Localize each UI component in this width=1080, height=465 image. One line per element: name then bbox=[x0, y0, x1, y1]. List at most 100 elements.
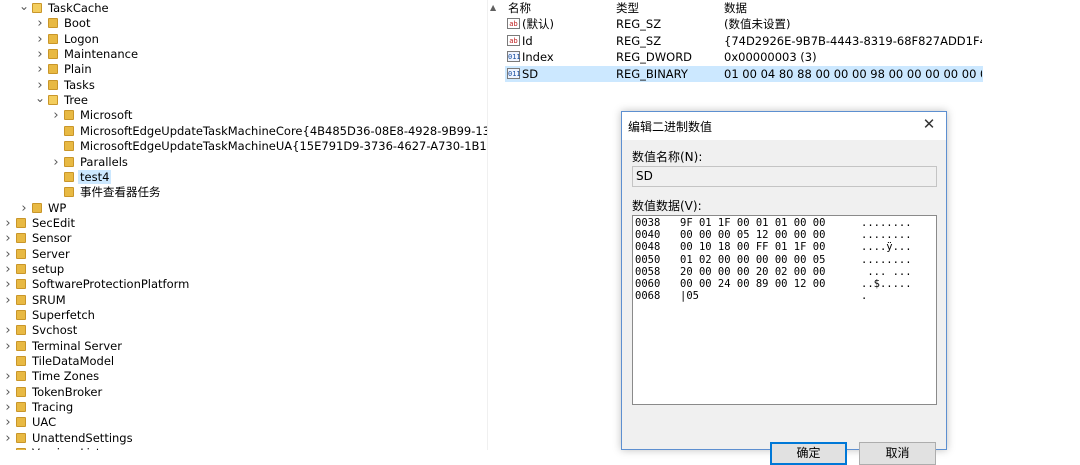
column-header-name[interactable]: 名称 bbox=[508, 1, 531, 15]
folder-icon bbox=[16, 263, 26, 274]
expand-chevron-icon[interactable]: › bbox=[34, 32, 46, 47]
expand-chevron-icon[interactable]: › bbox=[2, 231, 14, 246]
tree-item-label: Boot bbox=[64, 16, 91, 31]
tree-item[interactable]: › UAC bbox=[2, 415, 58, 430]
hex-line: 0048 00 10 18 00 FF 01 1F 00 ....ÿ... bbox=[635, 241, 933, 253]
tree-item[interactable]: › Parallels bbox=[50, 155, 130, 170]
tree-item[interactable]: › SecEdit bbox=[2, 216, 77, 231]
value-name-cell: 011Index bbox=[505, 49, 613, 65]
tree-item[interactable]: ⌄ TaskCache bbox=[18, 0, 111, 16]
tree-item[interactable]: ⌄ Tree bbox=[34, 92, 90, 108]
tree-item[interactable]: › VersionsList bbox=[2, 446, 102, 450]
folder-icon bbox=[16, 340, 26, 351]
hex-address: 0040 bbox=[635, 229, 661, 242]
expand-chevron-icon[interactable]: › bbox=[2, 369, 14, 384]
expand-chevron-icon[interactable]: › bbox=[2, 277, 14, 292]
hex-ascii: . bbox=[861, 290, 868, 303]
cancel-button[interactable]: 取消 bbox=[859, 442, 936, 465]
tree-item[interactable]: › Svchost bbox=[2, 323, 79, 338]
tree-item-label: WP bbox=[48, 200, 67, 215]
tree-item-label: TaskCache bbox=[48, 1, 109, 15]
tree-scrollbar[interactable]: ▲ bbox=[488, 0, 500, 450]
expand-chevron-icon[interactable]: › bbox=[2, 262, 14, 277]
expand-chevron-icon[interactable]: › bbox=[2, 446, 14, 450]
tree-item[interactable]: › Terminal Server bbox=[2, 339, 124, 354]
tree-item[interactable]: › Tracing bbox=[2, 400, 75, 415]
scroll-up-arrow-icon[interactable]: ▲ bbox=[490, 3, 496, 12]
tree-item[interactable]: › Boot bbox=[34, 16, 92, 31]
hex-ascii: ........ bbox=[861, 217, 912, 229]
tree-item[interactable]: › TokenBroker bbox=[2, 385, 104, 400]
tree-item[interactable]: test4 bbox=[50, 169, 112, 185]
expand-chevron-icon[interactable]: › bbox=[34, 47, 46, 62]
expand-chevron-icon[interactable]: › bbox=[2, 385, 14, 400]
column-header-type[interactable]: 类型 bbox=[616, 1, 639, 15]
close-icon[interactable]: ✕ bbox=[918, 114, 940, 134]
value-name-field: SD bbox=[632, 166, 937, 187]
registry-tree[interactable]: ⌄ TaskCache › Boot › Logon › Maintenance › Plain ›… bbox=[0, 0, 487, 450]
tree-item[interactable]: › UnattendSettings bbox=[2, 431, 135, 446]
tree-item[interactable]: 事件查看器任务 bbox=[50, 185, 163, 200]
value-row[interactable]: 011SD REG_BINARY 01 00 04 80 88 00 00 00 9… bbox=[505, 66, 983, 83]
expand-chevron-icon[interactable]: › bbox=[2, 247, 14, 262]
hex-editor[interactable]: 0038 9F 01 1F 00 01 01 00 00........ 0040 0… bbox=[632, 215, 937, 405]
tree-item-label: Superfetch bbox=[32, 308, 95, 322]
tree-item-label: SRUM bbox=[32, 292, 66, 307]
value-row[interactable]: ab Id REG_SZ {74D2926E-9B7B-4443-8319-68F82… bbox=[505, 33, 983, 49]
tree-item[interactable]: › setup bbox=[2, 262, 66, 277]
tree-item[interactable]: › Microsoft bbox=[50, 108, 134, 123]
expand-chevron-icon[interactable]: › bbox=[2, 216, 14, 231]
dialog-body: 数值名称(N): SD 数值数据(V): 0038 9F 01 1F 00 01 … bbox=[622, 140, 946, 465]
value-row[interactable]: 011Index REG_DWORD 0x00000003 (3) bbox=[505, 49, 983, 65]
expand-chevron-icon[interactable]: › bbox=[2, 431, 14, 446]
expand-chevron-icon[interactable]: › bbox=[2, 323, 14, 338]
expand-chevron-icon[interactable]: › bbox=[2, 415, 14, 430]
tree-item[interactable]: MicrosoftEdgeUpdateTaskMachineUA{15E791D… bbox=[50, 139, 487, 154]
tree-item[interactable]: TileDataModel bbox=[2, 354, 116, 369]
expand-chevron-icon[interactable]: › bbox=[34, 62, 46, 77]
value-row[interactable]: ab (默认) REG_SZ (数值未设置) bbox=[505, 16, 983, 32]
hex-line: 0038 9F 01 1F 00 01 01 00 00........ bbox=[635, 217, 933, 229]
tree-item-label: TokenBroker bbox=[32, 384, 103, 399]
tree-item[interactable]: MicrosoftEdgeUpdateTaskMachineCore{4B485… bbox=[50, 124, 487, 139]
tree-item[interactable]: Superfetch bbox=[2, 308, 97, 323]
expand-chevron-icon[interactable]: › bbox=[50, 108, 62, 123]
tree-item[interactable]: › Server bbox=[2, 247, 72, 262]
ok-button[interactable]: 确定 bbox=[770, 442, 847, 465]
expand-chevron-icon[interactable]: › bbox=[50, 155, 62, 170]
tree-item[interactable]: › SoftwareProtectionPlatform bbox=[2, 277, 191, 292]
tree-item[interactable]: › Logon bbox=[34, 32, 101, 47]
expand-chevron-icon[interactable]: › bbox=[2, 339, 14, 354]
tree-item[interactable]: › Plain bbox=[34, 62, 94, 77]
string-value-icon: ab bbox=[507, 18, 520, 29]
tree-item-label: SoftwareProtectionPlatform bbox=[32, 277, 190, 292]
value-data-label: 数值数据(V): bbox=[632, 199, 702, 213]
hex-ascii: ........ bbox=[861, 229, 912, 242]
tree-item[interactable]: › Sensor bbox=[2, 231, 73, 246]
hex-address: 0058 bbox=[635, 265, 661, 278]
folder-icon bbox=[16, 294, 26, 305]
value-type: REG_BINARY bbox=[616, 67, 688, 82]
tree-item-label: Tasks bbox=[64, 77, 95, 92]
expand-chevron-icon[interactable]: › bbox=[2, 293, 14, 308]
tree-item[interactable]: › WP bbox=[18, 201, 68, 216]
expand-chevron-icon[interactable]: › bbox=[34, 16, 46, 31]
tree-item-label: Maintenance bbox=[64, 47, 139, 62]
folder-icon bbox=[48, 64, 58, 75]
edit-binary-dialog: 编辑二进制数值 ✕ 数值名称(N): SD 数值数据(V): 0038 9F 01… bbox=[621, 111, 947, 465]
expand-chevron-icon[interactable]: › bbox=[18, 201, 30, 216]
hex-bytes: 20 00 00 00 20 02 00 00 bbox=[680, 265, 826, 278]
tree-item[interactable]: › Maintenance bbox=[34, 47, 140, 62]
tree-item[interactable]: › SRUM bbox=[2, 293, 68, 308]
column-header-data[interactable]: 数据 bbox=[724, 1, 747, 15]
folder-icon bbox=[16, 402, 26, 413]
tree-item-label: Tracing bbox=[32, 400, 74, 415]
hex-bytes: 00 00 00 05 12 00 00 00 bbox=[680, 229, 826, 242]
tree-item-label: UnattendSettings bbox=[32, 430, 133, 445]
folder-icon bbox=[48, 95, 58, 106]
expand-chevron-icon[interactable]: › bbox=[2, 400, 14, 415]
collapse-chevron-icon[interactable]: ⌄ bbox=[18, 0, 30, 12]
collapse-chevron-icon[interactable]: ⌄ bbox=[34, 92, 46, 104]
value-name: Index bbox=[522, 50, 554, 65]
tree-item[interactable]: › Time Zones bbox=[2, 369, 101, 384]
